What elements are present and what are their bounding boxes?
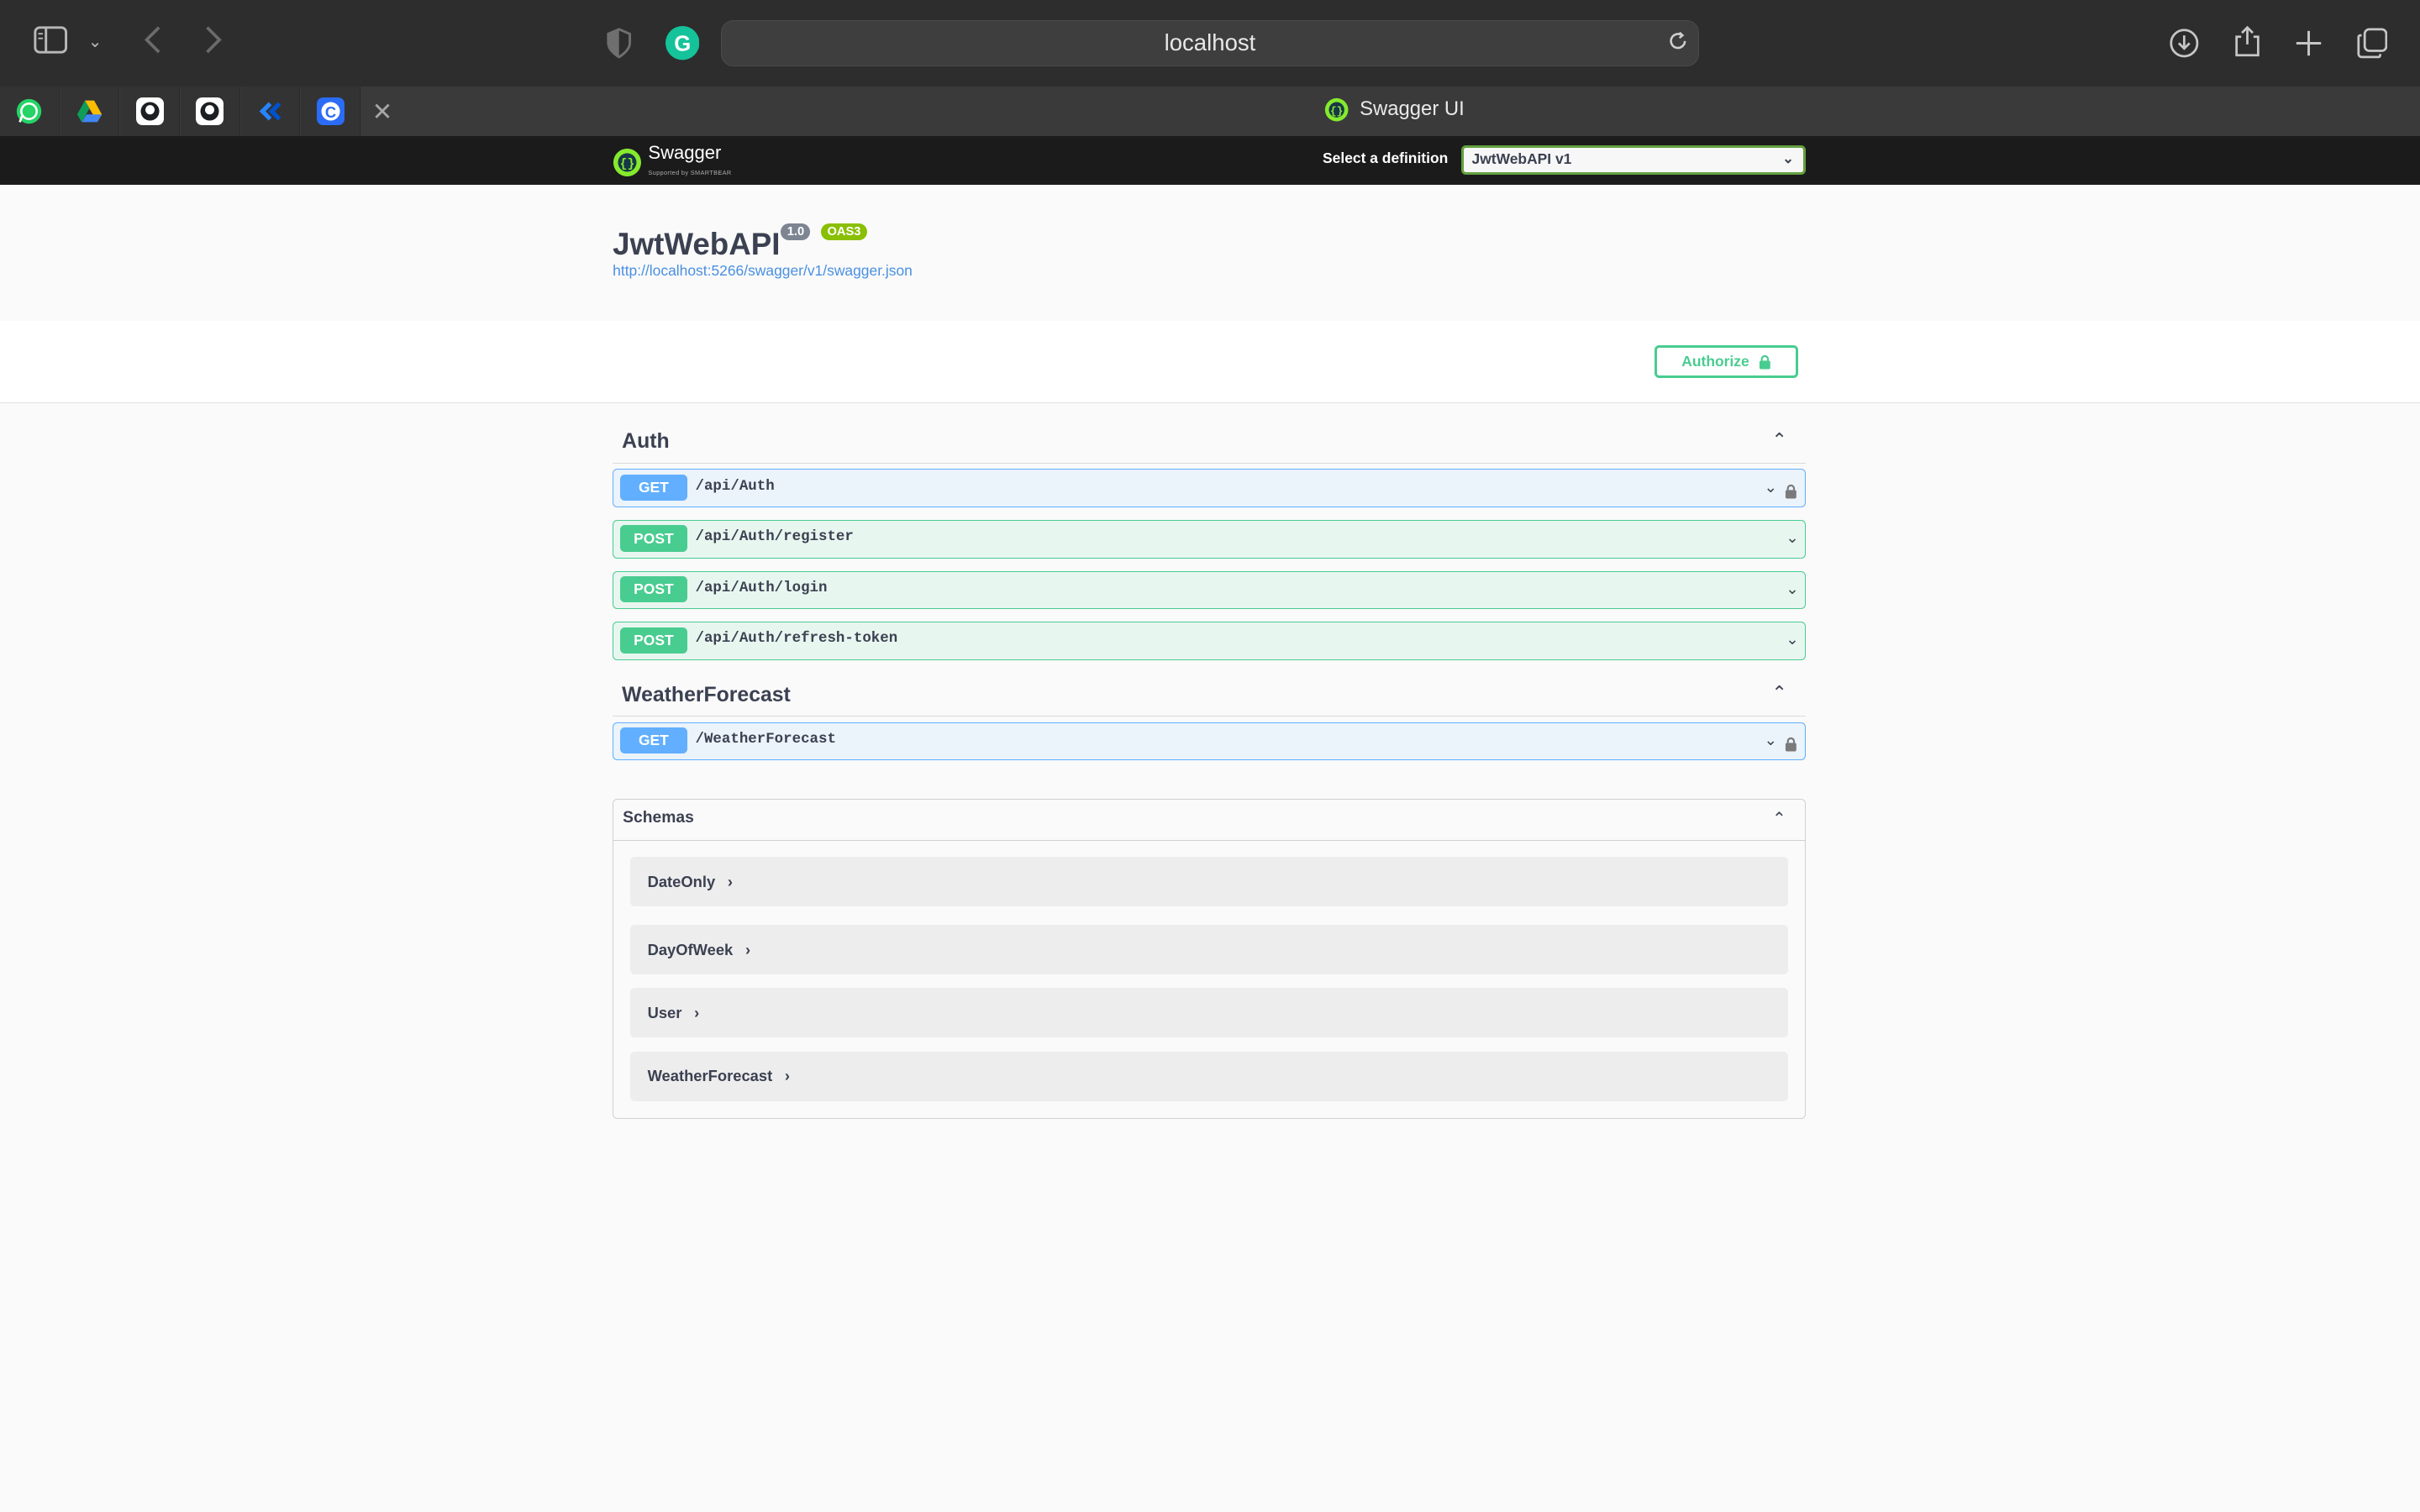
operation-post-api-auth-refresh-token[interactable]: POST /api/Auth/refresh-token ⌄ — [613, 622, 1806, 661]
svg-text:G: G — [674, 33, 691, 56]
reload-icon[interactable] — [1667, 30, 1689, 58]
chevron-right-icon: › — [694, 1003, 700, 1021]
chevron-down-icon[interactable]: ⌄ — [88, 31, 103, 52]
chevron-down-icon[interactable]: ⌄ — [1786, 528, 1798, 547]
chevron-up-icon[interactable]: ⌃ — [1771, 682, 1786, 704]
definition-select[interactable]: JwtWebAPI v1 ⌄ — [1461, 144, 1806, 175]
chevron-right-icon: › — [727, 872, 733, 890]
browser-toolbar: ⌄ G localhost — [0, 0, 2420, 87]
swagger-topbar: {} Swagger Supported by SMARTBEAR — [0, 135, 2420, 186]
svg-text:C: C — [324, 103, 335, 121]
tab-bar — [0, 86, 2420, 136]
schemas-section: Schemas ⌃ DateOnly › DayOfWeek › User › Wea… — [613, 799, 1806, 1119]
lock-icon[interactable] — [1785, 731, 1797, 759]
chevron-down-icon[interactable]: ⌄ — [1764, 731, 1776, 749]
operation-post-api-auth-login[interactable]: POST /api/Auth/login ⌄ — [613, 570, 1806, 610]
operation-path: /api/Auth — [695, 477, 775, 495]
swagger-logo-sub: Supported by SMARTBEAR — [648, 168, 732, 176]
oas-badge: OAS3 — [821, 223, 867, 240]
close-tab-icon[interactable]: ✕ — [372, 97, 393, 127]
operation-path: /api/Auth/login — [695, 579, 828, 596]
tab-overview-icon[interactable] — [2357, 28, 2388, 66]
version-badge: 1.0 — [781, 223, 811, 240]
whatsapp-icon — [17, 98, 42, 123]
schemas-title: Schemas — [623, 809, 694, 827]
scheme-container — [0, 321, 2420, 404]
github-icon — [135, 97, 164, 125]
pinned-tab-whatsapp[interactable] — [0, 86, 60, 136]
github-icon — [196, 97, 224, 125]
svg-text:{}: {} — [1330, 105, 1343, 118]
tag-header-weatherforecast[interactable]: WeatherForecast ⌃ — [613, 679, 1806, 717]
api-title: JwtWebAPI — [613, 226, 781, 261]
definition-label: Select a definition — [1323, 150, 1449, 167]
share-icon[interactable] — [2233, 24, 2261, 65]
lock-icon — [1759, 354, 1770, 369]
chevron-down-icon[interactable]: ⌄ — [1786, 580, 1798, 598]
authorize-label: Authorize — [1681, 353, 1749, 370]
model-name: User — [647, 1003, 682, 1021]
pinned-tab-google-drive[interactable] — [60, 86, 120, 136]
method-badge: POST — [619, 627, 688, 654]
chevron-down-icon[interactable]: ⌄ — [1764, 478, 1776, 496]
jira-icon — [259, 102, 281, 121]
forward-icon[interactable] — [203, 24, 224, 62]
pinned-tab-c-app[interactable]: C — [301, 86, 360, 136]
operation-get-weatherforecast[interactable]: GET /WeatherForecast ⌄ — [613, 722, 1806, 761]
method-badge: POST — [619, 525, 688, 552]
operation-path: /api/Auth/refresh-token — [695, 630, 898, 648]
chevron-right-icon: › — [744, 940, 751, 958]
active-tab-title: Swagger UI — [1360, 97, 1465, 121]
active-tab[interactable]: {} Swagger UI — [1324, 97, 1465, 122]
c-app-icon: C — [316, 97, 345, 125]
model-name: DayOfWeek — [647, 940, 734, 958]
chevron-down-icon[interactable]: ⌄ — [1786, 630, 1798, 648]
operation-path: /WeatherForecast — [695, 730, 836, 748]
swagger-logo[interactable]: {} Swagger Supported by SMARTBEAR — [613, 144, 731, 182]
lock-icon[interactable] — [1785, 478, 1797, 507]
download-icon[interactable] — [2169, 28, 2200, 66]
model-dayofweek[interactable]: DayOfWeek › — [630, 925, 1788, 974]
swagger-favicon-icon: {} — [1324, 97, 1349, 122]
url-text: localhost — [1164, 29, 1256, 56]
model-dateonly[interactable]: DateOnly › — [630, 857, 1788, 907]
model-user[interactable]: User › — [630, 988, 1788, 1038]
model-name: DateOnly — [647, 872, 716, 890]
method-badge: GET — [619, 727, 688, 754]
definition-select-value: JwtWebAPI v1 — [1471, 150, 1572, 168]
tag-name: WeatherForecast — [622, 683, 791, 706]
pinned-tab-github-1[interactable] — [120, 86, 181, 136]
model-name: WeatherForecast — [647, 1067, 773, 1085]
google-drive-icon — [76, 100, 103, 123]
operation-get-api-auth[interactable]: GET /api/Auth ⌄ — [613, 469, 1806, 508]
pinned-tab-github-2[interactable] — [180, 86, 240, 136]
operation-post-api-auth-register[interactable]: POST /api/Auth/register ⌄ — [613, 519, 1806, 559]
chevron-right-icon: › — [784, 1067, 791, 1085]
svg-text:{}: {} — [620, 158, 635, 171]
schemas-header[interactable]: Schemas ⌃ — [613, 800, 1805, 842]
model-weatherforecast[interactable]: WeatherForecast › — [630, 1051, 1788, 1101]
chevron-up-icon[interactable]: ⌃ — [1771, 429, 1786, 451]
new-tab-icon[interactable] — [2295, 29, 2323, 64]
authorize-button[interactable]: Authorize — [1654, 345, 1798, 378]
address-bar[interactable]: localhost — [720, 19, 1700, 66]
method-badge: GET — [619, 474, 688, 501]
shield-icon[interactable] — [607, 28, 631, 66]
operation-path: /api/Auth/register — [695, 528, 854, 546]
pinned-tab-jira[interactable] — [240, 86, 301, 136]
back-icon[interactable] — [142, 24, 164, 62]
spec-url-link[interactable]: http://localhost:5266/swagger/v1/swagger… — [613, 262, 913, 280]
tag-header-auth[interactable]: Auth ⌃ — [613, 426, 1806, 464]
grammarly-icon[interactable]: G — [665, 26, 700, 66]
swagger-logo-icon: {} — [613, 149, 642, 177]
sidebar-toggle-icon[interactable] — [34, 26, 68, 60]
method-badge: POST — [619, 576, 688, 603]
chevron-up-icon[interactable]: ⌃ — [1772, 808, 1786, 829]
chevron-down-icon: ⌄ — [1782, 150, 1794, 167]
info-section — [0, 185, 2420, 322]
tag-name: Auth — [622, 430, 670, 454]
swagger-logo-text: Swagger — [648, 141, 722, 163]
